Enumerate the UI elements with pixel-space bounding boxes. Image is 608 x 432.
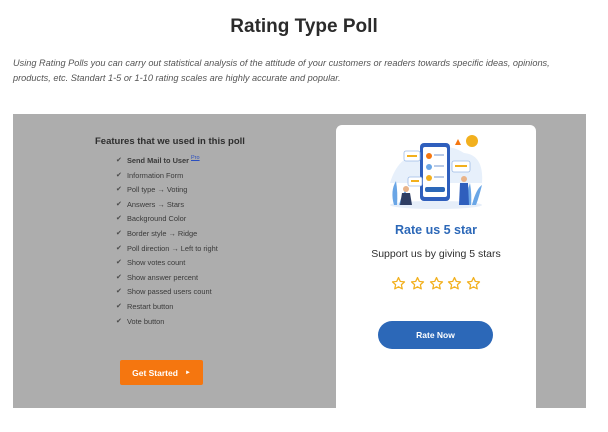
feature-label: Vote button	[127, 316, 165, 326]
feature-label: Poll direction → Left to right	[127, 243, 218, 253]
intro-text: Using Rating Polls you can carry out sta…	[13, 58, 550, 83]
page-title: Rating Type Poll	[230, 16, 378, 37]
poll-card: Rate us 5 star Support us by giving 5 st…	[336, 125, 536, 415]
feature-label: Background Color	[127, 214, 187, 224]
check-icon: ✔	[116, 215, 122, 223]
features-section: Features that we used in this poll ✔ Sen…	[95, 136, 315, 329]
check-icon: ✔	[116, 200, 122, 208]
star-rating[interactable]	[391, 276, 481, 292]
rate-now-button[interactable]: Rate Now	[378, 321, 493, 349]
check-icon: ✔	[116, 244, 122, 252]
get-started-label: Get Started	[132, 367, 178, 378]
feature-item: ✔ Show passed users count	[116, 285, 315, 300]
poll-illustration	[390, 135, 483, 209]
feature-label: Show answer percent	[127, 272, 199, 282]
check-icon: ✔	[116, 229, 122, 237]
feature-label: Restart button	[127, 301, 174, 311]
star-icon[interactable]	[391, 276, 406, 291]
check-icon: ✔	[116, 186, 122, 194]
star-icon[interactable]	[429, 276, 444, 291]
pro-link[interactable]: Pro	[191, 151, 200, 166]
card-subheading: Support us by giving 5 stars	[371, 248, 501, 260]
feature-label: Information Form	[127, 170, 184, 180]
feature-item: ✔ Background Color	[116, 212, 315, 227]
feature-item: ✔ Vote button	[116, 315, 315, 330]
feature-item: ✔ Show answer percent	[116, 271, 315, 286]
feature-label: Border style → Ridge	[127, 228, 198, 238]
feature-list: ✔ Send Mail to User Pro ✔ Information Fo…	[116, 154, 315, 329]
check-icon: ✔	[116, 288, 122, 296]
check-icon: ✔	[116, 157, 122, 164]
feature-label: Poll type → Voting	[127, 185, 188, 195]
play-arrow-icon: ►	[184, 369, 191, 376]
feature-item: ✔ Answers → Stars	[116, 198, 315, 213]
feature-item: ✔ Show votes count	[116, 256, 315, 271]
star-icon[interactable]	[447, 276, 462, 291]
check-icon: ✔	[116, 171, 122, 179]
feature-label: Show passed users count	[127, 287, 212, 297]
feature-item: ✔ Poll type → Voting	[116, 183, 315, 198]
feature-item: ✔ Information Form	[116, 169, 315, 184]
check-icon: ✔	[116, 317, 122, 325]
star-icon[interactable]	[466, 276, 481, 291]
card-heading: Rate us 5 star	[395, 223, 477, 237]
get-started-button[interactable]: Get Started ►	[120, 360, 203, 385]
feature-label: Send Mail to User	[127, 156, 190, 165]
check-icon: ✔	[116, 259, 122, 267]
feature-label: Answers → Stars	[127, 199, 185, 209]
feature-item: ✔ Border style → Ridge	[116, 227, 315, 242]
feature-label: Show votes count	[127, 258, 186, 268]
feature-item: ✔ Restart button	[116, 300, 315, 315]
features-title: Features that we used in this poll	[95, 136, 245, 147]
feature-item: ✔ Send Mail to User Pro	[116, 154, 315, 169]
check-icon: ✔	[116, 302, 122, 310]
star-icon[interactable]	[410, 276, 425, 291]
check-icon: ✔	[116, 273, 122, 281]
feature-item: ✔ Poll direction → Left to right	[116, 242, 315, 257]
